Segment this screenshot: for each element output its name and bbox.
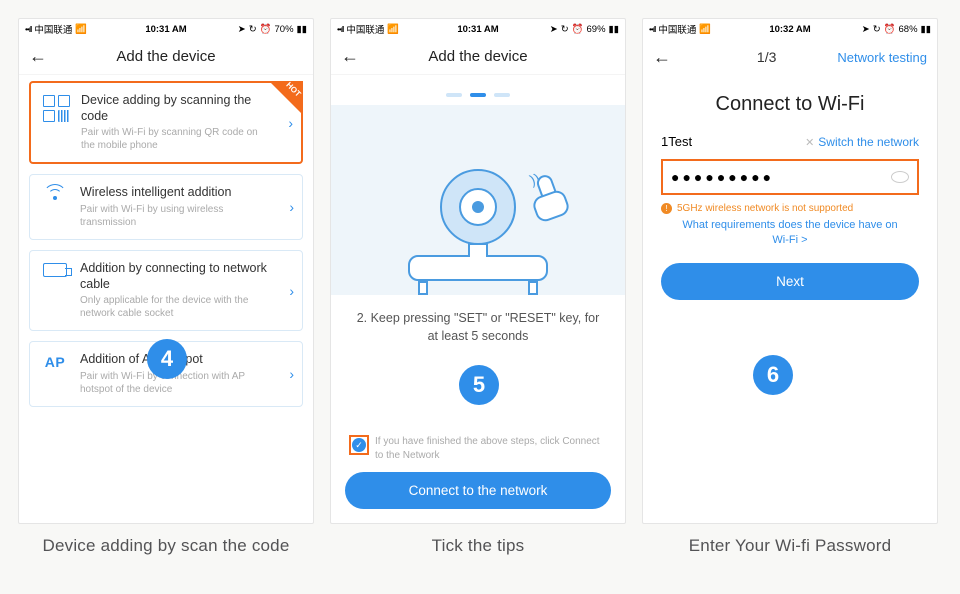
step-indicator: 1/3 (757, 49, 776, 65)
option-wireless[interactable]: Wireless intelligent addition Pair with … (29, 174, 303, 240)
step-badge-4: 4 (147, 339, 187, 379)
navbar: ← 1/3 Network testing (643, 39, 937, 75)
battery-icon: ▮▮ (921, 24, 931, 35)
caption-2: Tick the tips (330, 536, 626, 556)
network-testing-link[interactable]: Network testing (837, 50, 927, 65)
wifi-requirements-link[interactable]: What requirements does the device have o… (661, 218, 919, 263)
option-subtitle: Pair with Wi-Fi by using wireless transm… (80, 203, 272, 229)
phone-screen-2: ••ıll中国联通📶 10:31 AM ➤↻⏰69%▮▮ ← Add the d… (330, 18, 626, 524)
sync-icon: ↻ (873, 24, 881, 35)
signal-icon: ••ıll (337, 25, 343, 34)
warning-icon: ! (661, 203, 672, 214)
option-title: Wireless intelligent addition (80, 185, 272, 201)
next-button[interactable]: Next (661, 263, 919, 300)
battery-icon: ▮▮ (609, 24, 619, 35)
clock: 10:32 AM (769, 24, 810, 35)
wifi-icon (44, 187, 66, 203)
hot-badge: HOT (269, 81, 303, 115)
navbar: ← Add the device (19, 39, 313, 75)
back-icon[interactable]: ← (653, 47, 671, 68)
confirm-text: If you have finished the above steps, cl… (375, 435, 607, 462)
instruction-text: 2. Keep pressing "SET" or "RESET" key, f… (331, 295, 625, 345)
phone-screen-1: ••ıll中国联通📶 10:31 AM ➤↻⏰70%▮▮ ← Add the d… (18, 18, 314, 524)
wifi-icon: 📶 (699, 24, 711, 35)
option-title: Addition by connecting to network cable (80, 261, 272, 292)
password-value: ●●●●●●●●● (671, 169, 774, 185)
status-bar: ••ıll中国联通📶 10:32 AM ➤↻⏰68%▮▮ (643, 19, 937, 39)
ap-icon: AP (45, 354, 65, 370)
carrier: 中国联通 (346, 22, 384, 36)
ssid-row: 1Test ✕Switch the network (661, 134, 919, 149)
captions-row: Device adding by scan the code Tick the … (0, 532, 960, 556)
back-icon[interactable]: ← (341, 46, 359, 67)
password-input[interactable]: ●●●●●●●●● (661, 159, 919, 195)
page-title: Connect to Wi-Fi (661, 83, 919, 134)
nav-icon: ➤ (862, 24, 870, 35)
option-title: Device adding by scanning the code (81, 93, 271, 124)
carrier: 中国联通 (34, 22, 72, 36)
status-bar: ••ıll中国联通📶 10:31 AM ➤↻⏰70%▮▮ (19, 19, 313, 39)
option-network-cable[interactable]: Addition by connecting to network cable … (29, 250, 303, 331)
qr-icon (43, 95, 70, 122)
hand-press-icon: )) (528, 175, 572, 225)
chevron-right-icon: › (289, 283, 294, 299)
step-badge-6: 6 (753, 355, 793, 395)
caption-1: Device adding by scan the code (18, 536, 314, 556)
device-add-options: HOT Device adding by scanning the code P… (19, 75, 313, 413)
chevron-right-icon: › (289, 366, 294, 382)
sync-icon: ↻ (249, 24, 257, 35)
sync-icon: ↻ (561, 24, 569, 35)
confirm-checkbox-row[interactable]: ✓ If you have finished the above steps, … (345, 435, 611, 472)
alarm-icon: ⏰ (572, 24, 584, 35)
page-title: Add the device (428, 48, 527, 65)
signal-icon: ••ıll (649, 25, 655, 34)
progress-dots (331, 75, 625, 105)
eye-icon[interactable] (891, 171, 909, 183)
nav-icon: ➤ (550, 24, 558, 35)
close-icon: ✕ (805, 137, 814, 149)
camera-illustration: )) (331, 105, 625, 295)
clock: 10:31 AM (457, 24, 498, 35)
check-icon: ✓ (352, 438, 366, 452)
status-bar: ••ıll中国联通📶 10:31 AM ➤↻⏰69%▮▮ (331, 19, 625, 39)
wifi-icon: 📶 (387, 24, 399, 35)
battery-pct: 68% (899, 24, 918, 35)
step-badge-5: 5 (459, 365, 499, 405)
clock: 10:31 AM (145, 24, 186, 35)
carrier: 中国联通 (658, 22, 696, 36)
ssid-name: 1Test (661, 134, 692, 149)
switch-network-link[interactable]: ✕Switch the network (805, 134, 919, 149)
nav-icon: ➤ (238, 24, 246, 35)
option-scan-code[interactable]: HOT Device adding by scanning the code P… (29, 81, 303, 164)
navbar: ← Add the device (331, 39, 625, 75)
phone-screen-3: ••ıll中国联通📶 10:32 AM ➤↻⏰68%▮▮ ← 1/3 Netwo… (642, 18, 938, 524)
warning-text: ! 5GHz wireless network is not supported (661, 195, 919, 218)
caption-3: Enter Your Wi-fi Password (642, 536, 938, 556)
back-icon[interactable]: ← (29, 46, 47, 67)
option-subtitle: Only applicable for the device with the … (80, 294, 272, 320)
connect-network-button[interactable]: Connect to the network (345, 472, 611, 509)
chevron-right-icon: › (289, 199, 294, 215)
wifi-icon: 📶 (75, 24, 87, 35)
chevron-right-icon: › (288, 115, 293, 131)
battery-pct: 70% (275, 24, 294, 35)
alarm-icon: ⏰ (260, 24, 272, 35)
battery-pct: 69% (587, 24, 606, 35)
page-title: Add the device (116, 48, 215, 65)
ethernet-icon (43, 263, 67, 277)
alarm-icon: ⏰ (884, 24, 896, 35)
signal-icon: ••ıll (25, 25, 31, 34)
option-subtitle: Pair with Wi-Fi by scanning QR code on t… (81, 126, 271, 152)
battery-icon: ▮▮ (297, 24, 307, 35)
